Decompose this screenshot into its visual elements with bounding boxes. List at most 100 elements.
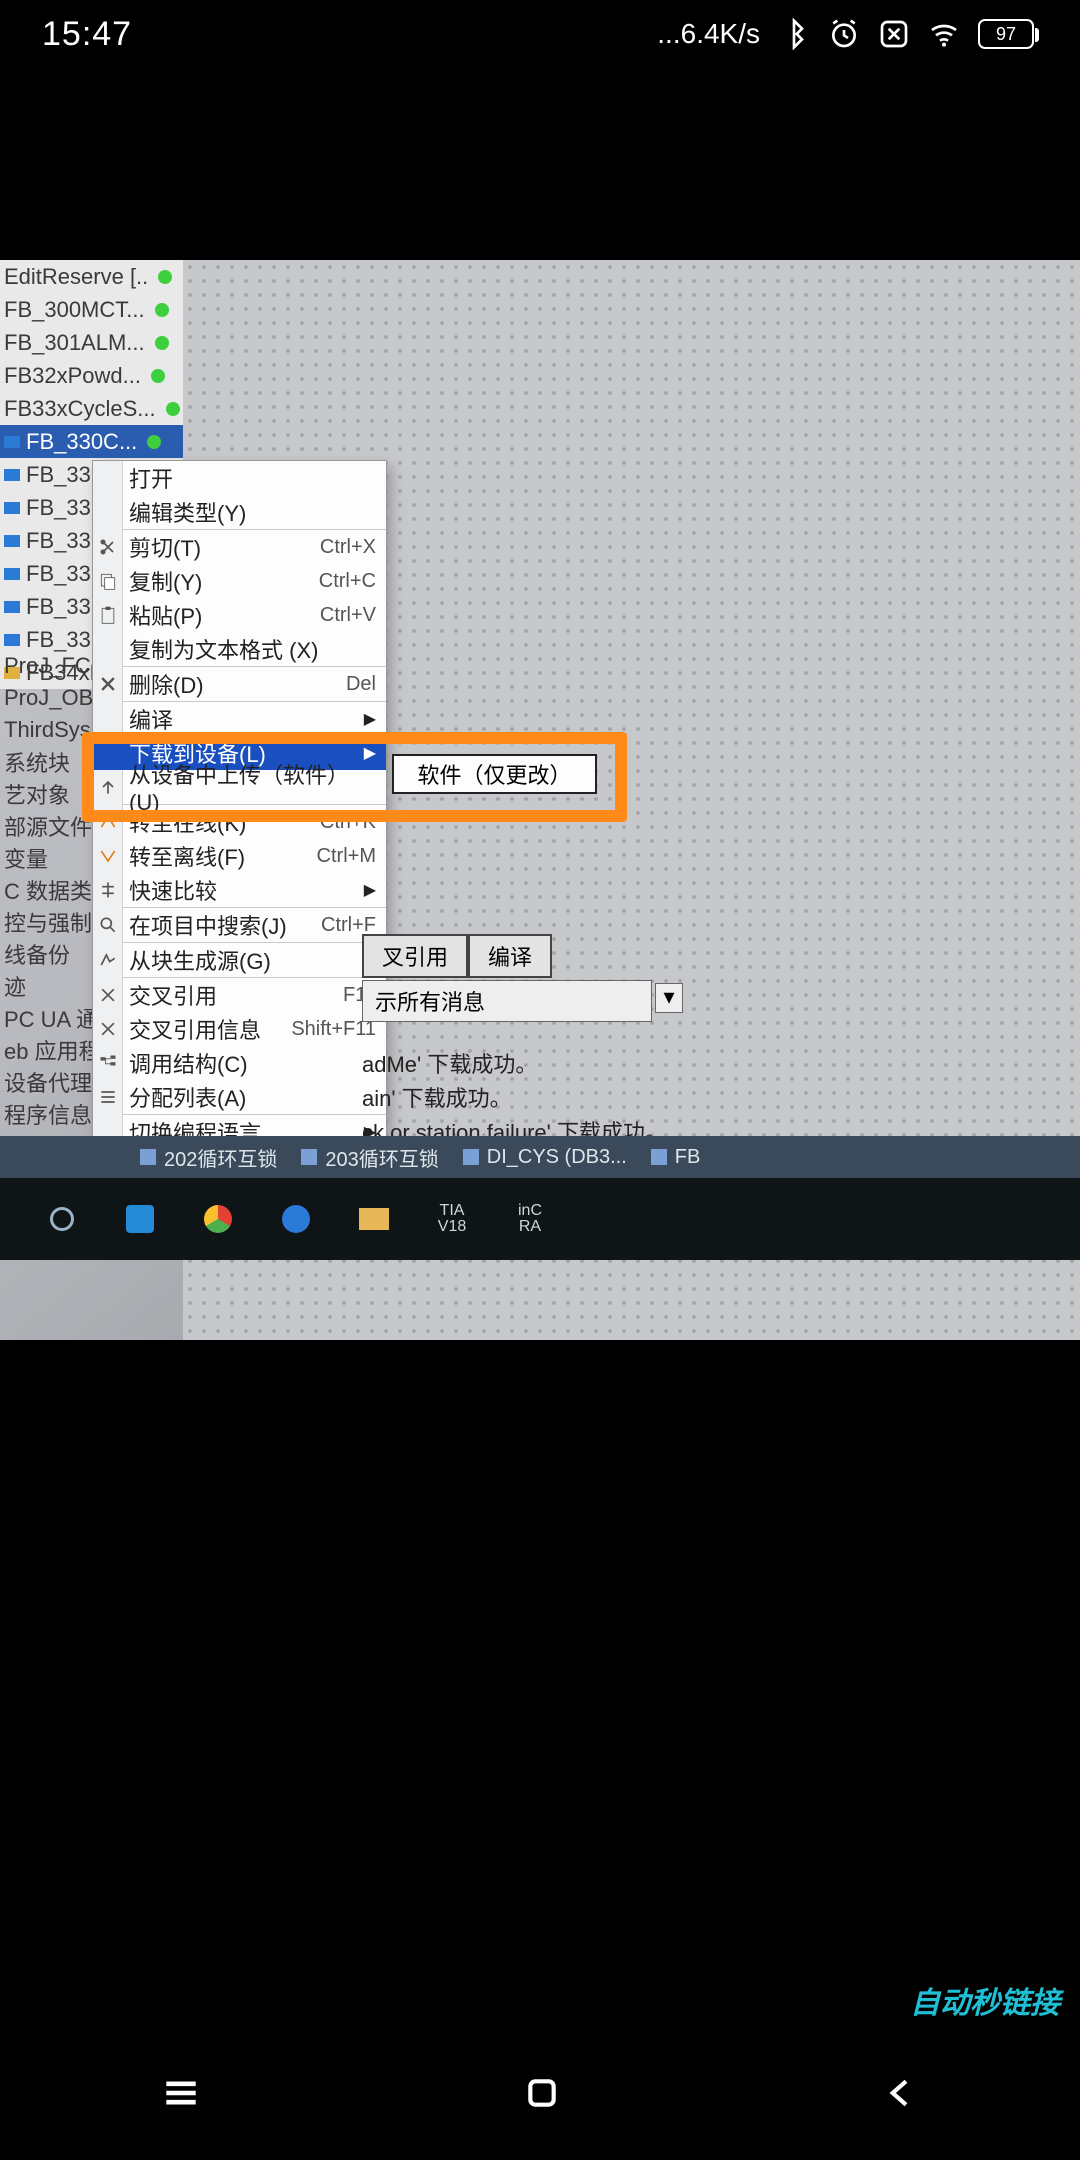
delete-icon [98,674,118,694]
menu-cut[interactable]: 剪切(T)Ctrl+X [93,530,386,564]
close-box-icon [878,18,910,50]
offline-icon [98,846,118,866]
structure-icon [98,1053,118,1073]
folder-icon [359,1208,389,1230]
editor-tab[interactable]: FB [651,1146,701,1169]
list-icon [98,1087,118,1107]
menu-go-online[interactable]: 转至在线(K)Ctrl+K [93,805,386,839]
status-dot-icon [155,336,169,350]
taskbar-chrome[interactable] [196,1197,240,1241]
menu-generate-source[interactable]: 从块生成源(G)▶ [93,943,386,977]
upload-icon [98,777,118,797]
tab-icon [301,1149,317,1165]
block-icon [4,634,20,646]
menu-compile[interactable]: 编译▶ [93,702,386,736]
start-button[interactable] [40,1197,84,1241]
menu-cross-reference[interactable]: 交叉引用F11 [93,978,386,1012]
menu-upload-from-device[interactable]: 从设备中上传（软件）(U) [93,770,386,804]
tree-item-selected[interactable]: FB_330C... [0,425,183,458]
taskbar-edge[interactable] [274,1197,318,1241]
editor-tab[interactable]: 202循环互锁 [140,1143,277,1172]
tab-cross-reference[interactable]: 叉引用 [362,934,468,978]
menu-icon [159,2071,203,2115]
menu-delete[interactable]: 删除(D)Del [93,667,386,701]
editor-tabs-bar: 202循环互锁 203循环互锁 DI_CYS (DB3... FB [0,1136,1080,1178]
taskbar-inc[interactable]: inCRA [508,1197,552,1241]
tab-compile[interactable]: 编译 [468,934,552,978]
menu-copy[interactable]: 复制(Y)Ctrl+C [93,564,386,598]
info-tabs: 叉引用 编译 [362,934,552,978]
net-speed: ...6.4K/s [657,18,760,50]
screenshot-photo: EditReserve [.. FB_300MCT... FB_301ALM..… [0,260,1080,1340]
editor-tab[interactable]: 203循环互锁 [301,1143,438,1172]
chevron-right-icon: ▶ [364,709,376,729]
message-filter-dropdown[interactable]: 示所有消息 [362,980,652,1022]
search-icon [98,915,118,935]
nav-home-button[interactable] [522,2073,562,2118]
status-dot-icon [158,270,172,284]
edge-icon [282,1205,310,1233]
message-line: adMe' 下载成功。 [362,1048,667,1082]
alarm-icon [828,18,860,50]
menu-go-offline[interactable]: 转至离线(F)Ctrl+M [93,839,386,873]
status-dot-icon [166,402,180,416]
nav-back-button[interactable] [881,2073,921,2118]
taskbar-tia-portal[interactable]: TIAV18 [430,1197,474,1241]
block-icon [4,535,20,547]
paste-icon [98,605,118,625]
menu-call-structure[interactable]: 调用结构(C) [93,1046,386,1080]
android-nav-bar [0,2030,1080,2160]
generate-icon [98,950,118,970]
chrome-icon [204,1205,232,1233]
block-icon [4,502,20,514]
menu-search-project[interactable]: 在项目中搜索(J)Ctrl+F [93,908,386,942]
menu-cross-reference-info[interactable]: 交叉引用信息Shift+F11 [93,1012,386,1046]
status-dot-icon [155,303,169,317]
copy-icon [98,571,118,591]
bluetooth-icon [778,18,810,50]
menu-assignment-list[interactable]: 分配列表(A) [93,1080,386,1114]
taskbar-explorer[interactable] [352,1197,396,1241]
tree-item[interactable]: FB_301ALM... [0,326,183,359]
menu-edit-type[interactable]: 编辑类型(Y) [93,495,386,529]
xref-info-icon [98,1019,118,1039]
status-dot-icon [151,369,165,383]
battery-indicator: 97 [978,19,1034,49]
compare-icon [98,880,118,900]
chevron-left-icon [881,2073,921,2113]
taskbar-app[interactable] [118,1197,162,1241]
watermark: 自动秒链接 [910,1978,1060,2022]
message-line: ain' 下载成功。 [362,1082,667,1116]
status-dot-icon [147,435,161,449]
tab-icon [651,1149,667,1165]
xref-icon [98,985,118,1005]
nav-recent-button[interactable] [159,2071,203,2120]
block-icon [4,469,20,481]
wifi-icon [928,18,960,50]
clock: 15:47 [42,15,132,54]
tab-icon [140,1149,156,1165]
cortana-icon [50,1207,74,1231]
online-icon [98,812,118,832]
app-icon [126,1205,154,1233]
context-menu: 打开 编辑类型(Y) 剪切(T)Ctrl+X 复制(Y)Ctrl+C 粘贴(P)… [92,460,387,1185]
block-icon [4,601,20,613]
menu-quick-compare[interactable]: 快速比较▶ [93,873,386,907]
phone-status-bar: 15:47 ...6.4K/s 97 [0,0,1080,68]
menu-copy-as-text[interactable]: 复制为文本格式 (X) [93,632,386,666]
block-icon [4,568,20,580]
editor-tab[interactable]: DI_CYS (DB3... [463,1146,627,1169]
tab-icon [463,1149,479,1165]
square-icon [522,2073,562,2113]
windows-taskbar: TIAV18 inCRA [0,1178,1080,1260]
chevron-right-icon: ▶ [364,880,376,900]
tree-item[interactable]: FB_300MCT... [0,293,183,326]
block-icon [4,436,20,448]
menu-open[interactable]: 打开 [93,461,386,495]
submenu-software-only-changes[interactable]: 软件（仅更改） [392,754,597,794]
menu-paste[interactable]: 粘贴(P)Ctrl+V [93,598,386,632]
tree-item[interactable]: FB33xCycleS... [0,392,183,425]
tree-item[interactable]: FB32xPowd... [0,359,183,392]
scissors-icon [98,537,118,557]
tree-item[interactable]: EditReserve [.. [0,260,183,293]
